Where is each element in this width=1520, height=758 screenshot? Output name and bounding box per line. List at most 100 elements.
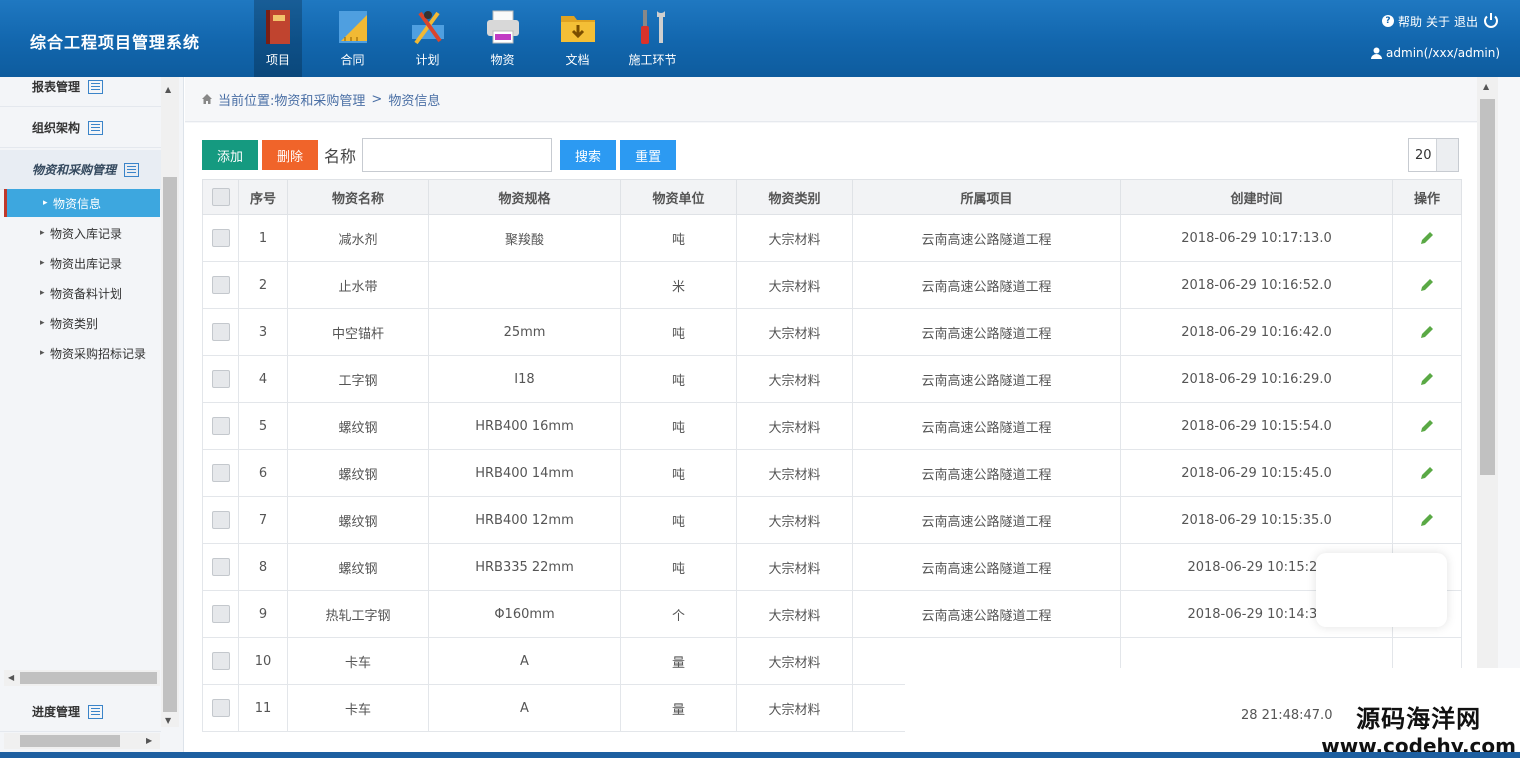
- help-link[interactable]: 帮助: [1398, 13, 1422, 30]
- watermark-line1: 源码海洋网: [1356, 705, 1482, 733]
- column-header[interactable]: 物资类别: [736, 179, 853, 215]
- cell-project: 云南高速公路隧道工程: [852, 214, 1121, 262]
- dropdown-toggle[interactable]: [1436, 139, 1458, 171]
- sidebar-group-label: 组织架构: [32, 121, 81, 135]
- column-header[interactable]: 创建时间: [1120, 179, 1393, 215]
- column-header: 操作: [1392, 179, 1462, 215]
- column-header[interactable]: 序号: [238, 179, 288, 215]
- nav-item-construction[interactable]: 施工环节: [615, 0, 690, 77]
- row-checkbox[interactable]: [211, 699, 230, 717]
- table-row[interactable]: 8 螺纹钢 HRB335 22mm 吨大宗材料 云南高速公路隧道工程 2018-06-29…: [202, 543, 1462, 591]
- sidebar-item-outbound-records[interactable]: 物资出库记录: [4, 249, 160, 277]
- materials-printer-icon: [486, 10, 519, 44]
- help-icon[interactable]: ?: [1381, 15, 1394, 27]
- power-icon[interactable]: [1482, 12, 1500, 30]
- column-header[interactable]: 物资单位: [620, 179, 737, 215]
- row-checkbox[interactable]: [211, 229, 230, 247]
- row-checkbox[interactable]: [211, 370, 230, 388]
- table-row[interactable]: 2 止水带 米大宗材料 云南高速公路隧道工程 2018-06-29 10:16:52.0: [202, 261, 1462, 309]
- table-row[interactable]: 1 减水剂 聚羧酸吨大宗材料 云南高速公路隧道工程 2018-06-29 10:17:1…: [202, 214, 1462, 262]
- scrollbar-thumb[interactable]: [20, 735, 120, 747]
- scrollbar-thumb[interactable]: [1480, 99, 1495, 475]
- cell-no: 8: [238, 543, 288, 591]
- cell-unit: 吨: [620, 355, 737, 403]
- delete-button[interactable]: 删除: [262, 140, 319, 170]
- table-row[interactable]: 9 热轧工字钢 Φ160mm 个大宗材料 云南高速公路隧道工程 2018-06-29 10…: [202, 590, 1462, 638]
- row-checkbox[interactable]: [211, 276, 230, 294]
- cell-name: 工字钢: [287, 355, 429, 403]
- nav-item-materials[interactable]: 物资: [465, 0, 540, 77]
- scroll-left-arrow[interactable]: ◀: [8, 673, 14, 682]
- row-checkbox[interactable]: [211, 511, 230, 529]
- sidebar-group-progress[interactable]: 进度管理: [0, 692, 161, 732]
- about-link[interactable]: 关于: [1426, 13, 1450, 30]
- row-select-cell: [202, 543, 239, 591]
- logout-link[interactable]: 退出: [1454, 13, 1478, 30]
- cell-name: 减水剂: [287, 214, 429, 262]
- sidebar-vertical-scrollbar[interactable]: ▲ ▼: [161, 77, 179, 727]
- sidebar-horizontal-scrollbar[interactable]: ◀: [4, 670, 160, 686]
- sidebar-group-reports[interactable]: 报表管理: [0, 67, 161, 107]
- row-select-cell: [202, 308, 239, 356]
- row-checkbox[interactable]: [211, 605, 230, 623]
- cell-spec: A: [428, 637, 621, 685]
- scroll-up-arrow[interactable]: ▲: [1483, 82, 1489, 91]
- sidebar-item-label: 物资信息: [53, 196, 102, 211]
- nav-item-document[interactable]: 文档: [540, 0, 615, 77]
- scroll-right-arrow[interactable]: ▶: [146, 736, 152, 745]
- table-row[interactable]: 4 工字钢 I18 吨大宗材料 云南高速公路隧道工程 2018-06-29 10:16:2…: [202, 355, 1462, 403]
- nav-item-contract[interactable]: 合同: [315, 0, 390, 77]
- sidebar-bottom-scrollbar[interactable]: ▶: [4, 733, 160, 749]
- row-checkbox[interactable]: [211, 417, 230, 435]
- table-row[interactable]: 7 螺纹钢 HRB400 12mm 吨大宗材料 云南高速公路隧道工程 2018-06-29…: [202, 496, 1462, 544]
- name-search-input[interactable]: [362, 138, 553, 172]
- search-button[interactable]: 搜索: [560, 140, 617, 170]
- column-header[interactable]: 所属项目: [852, 179, 1121, 215]
- table-row[interactable]: 5 螺纹钢 HRB400 16mm 吨大宗材料 云南高速公路隧道工程 2018-06-29…: [202, 402, 1462, 450]
- row-checkbox[interactable]: [211, 652, 230, 670]
- sidebar-item-material-category[interactable]: 物资类别: [4, 309, 160, 337]
- sidebar-item-material-plan[interactable]: 物资备料计划: [4, 279, 160, 307]
- cell-category: 大宗材料: [736, 637, 853, 685]
- row-checkbox[interactable]: [211, 323, 230, 341]
- cell-name: 卡车: [287, 684, 429, 732]
- sidebar-item-label: 物资类别: [50, 316, 99, 331]
- nav-item-project[interactable]: 项目: [254, 0, 302, 77]
- reset-button[interactable]: 重置: [620, 140, 677, 170]
- cell-spec: A: [428, 684, 621, 732]
- scrollbar-thumb[interactable]: [20, 672, 157, 684]
- cell-actions: [1392, 355, 1462, 403]
- page-size-select[interactable]: 20: [1408, 138, 1459, 172]
- cell-unit: 量: [620, 684, 737, 732]
- row-checkbox[interactable]: [211, 558, 230, 576]
- sidebar-item-bidding-records[interactable]: 物资采购招标记录: [4, 339, 160, 367]
- edit-pencil-icon[interactable]: [1419, 277, 1435, 293]
- add-button[interactable]: 添加: [202, 140, 259, 170]
- floating-card: [1316, 553, 1447, 627]
- cell-created: 2018-06-29 10:16:52.0: [1120, 261, 1393, 309]
- edit-pencil-icon[interactable]: [1419, 465, 1435, 481]
- sidebar-group-organization[interactable]: 组织架构: [0, 108, 161, 148]
- edit-pencil-icon[interactable]: [1419, 230, 1435, 246]
- scrollbar-thumb[interactable]: [163, 177, 177, 712]
- column-header[interactable]: 物资名称: [287, 179, 429, 215]
- scroll-down-arrow[interactable]: ▼: [165, 716, 171, 725]
- sidebar-item-material-info[interactable]: 物资信息: [4, 189, 160, 217]
- select-all-checkbox[interactable]: [211, 188, 230, 206]
- table-row[interactable]: 3 中空锚杆 25mm 吨大宗材料 云南高速公路隧道工程 2018-06-29 10:16…: [202, 308, 1462, 356]
- main-vertical-scrollbar[interactable]: ▲: [1477, 77, 1498, 758]
- sidebar-group-materials-procurement[interactable]: 物资和采购管理: [0, 150, 161, 190]
- edit-pencil-icon[interactable]: [1419, 512, 1435, 528]
- cell-unit: 吨: [620, 402, 737, 450]
- edit-pencil-icon[interactable]: [1419, 324, 1435, 340]
- column-header[interactable]: 物资规格: [428, 179, 621, 215]
- sidebar-item-inbound-records[interactable]: 物资入库记录: [4, 219, 160, 247]
- cell-unit: 吨: [620, 308, 737, 356]
- row-checkbox[interactable]: [211, 464, 230, 482]
- nav-item-plan[interactable]: 计划: [390, 0, 465, 77]
- table-row[interactable]: 6 螺纹钢 HRB400 14mm 吨大宗材料 云南高速公路隧道工程 2018-06-29…: [202, 449, 1462, 497]
- scroll-up-arrow[interactable]: ▲: [165, 85, 171, 94]
- breadcrumb-link-procurement[interactable]: 物资和采购管理: [274, 90, 365, 109]
- edit-pencil-icon[interactable]: [1419, 371, 1435, 387]
- edit-pencil-icon[interactable]: [1419, 418, 1435, 434]
